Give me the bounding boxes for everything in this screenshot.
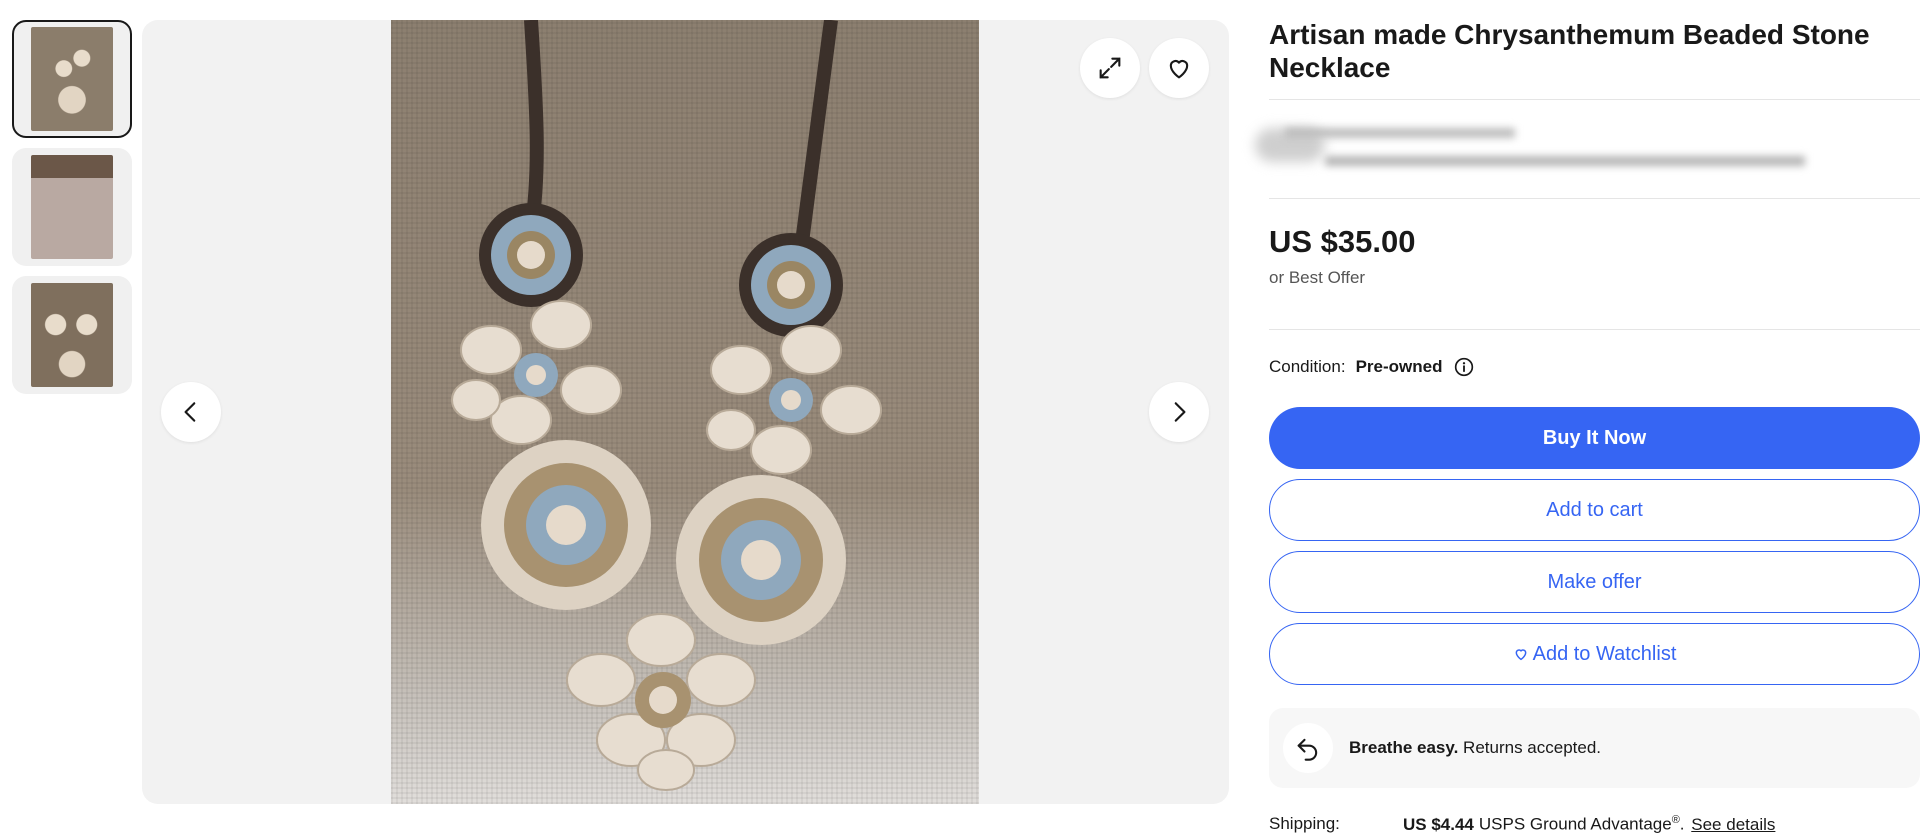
returns-banner: Breathe easy. Returns accepted. [1269,708,1920,788]
item-price: US $35.00 [1269,224,1416,259]
divider [1269,99,1920,100]
listing-title: Artisan made Chrysanthemum Beaded Stone … [1269,19,1870,83]
heart-icon [1169,60,1189,79]
thumbnail-strip [12,20,132,404]
previous-image-button[interactable] [161,382,221,442]
returns-headline: Breathe easy. [1349,738,1459,757]
divider [1269,198,1920,199]
thumbnail-3[interactable] [12,276,132,394]
chevron-right-icon [1174,402,1186,422]
expand-icon [1099,57,1121,79]
watchlist-label: Add to Watchlist [1532,642,1677,665]
shipping-row: Shipping: US $4.44 USPS Ground Advantage®… [1269,814,1920,835]
returns-text: Breathe easy. Returns accepted. [1349,738,1601,758]
seller-info-redacted [1255,120,1815,182]
add-to-cart-button[interactable]: Add to cart [1269,479,1920,541]
buy-it-now-button[interactable]: Buy It Now [1269,407,1920,469]
returns-icon [1283,723,1333,773]
chevron-left-icon [184,402,196,422]
image-gallery [142,20,1229,804]
see-details-link[interactable]: See details [1691,815,1775,834]
heart-icon [1515,649,1527,661]
info-icon[interactable] [1454,357,1474,377]
thumbnail-image [31,283,113,387]
shipping-label: Shipping: [1269,814,1340,833]
watch-heart-button[interactable] [1149,38,1209,98]
shipping-separator: . [1679,814,1685,834]
condition-row: Condition: Pre-owned [1269,357,1474,377]
next-image-button[interactable] [1149,382,1209,442]
thumbnail-1[interactable] [12,20,132,138]
make-offer-button[interactable]: Make offer [1269,551,1920,613]
shipping-price: US $4.44 [1403,814,1474,834]
condition-value: Pre-owned [1355,357,1443,376]
thumbnail-image [31,155,113,259]
returns-detail: Returns accepted. [1463,738,1602,757]
product-photo [391,20,979,804]
best-offer-note: or Best Offer [1269,268,1366,287]
divider [1269,329,1920,330]
expand-button[interactable] [1080,38,1140,98]
trademark-mark: ® [1671,814,1680,826]
shipping-service: USPS Ground Advantage [1478,814,1672,834]
add-to-watchlist-button[interactable]: Add to Watchlist [1269,623,1920,685]
condition-label: Condition: [1269,357,1346,376]
thumbnail-image [31,27,113,131]
thumbnail-2[interactable] [12,148,132,266]
necklace-illustration [451,20,882,791]
